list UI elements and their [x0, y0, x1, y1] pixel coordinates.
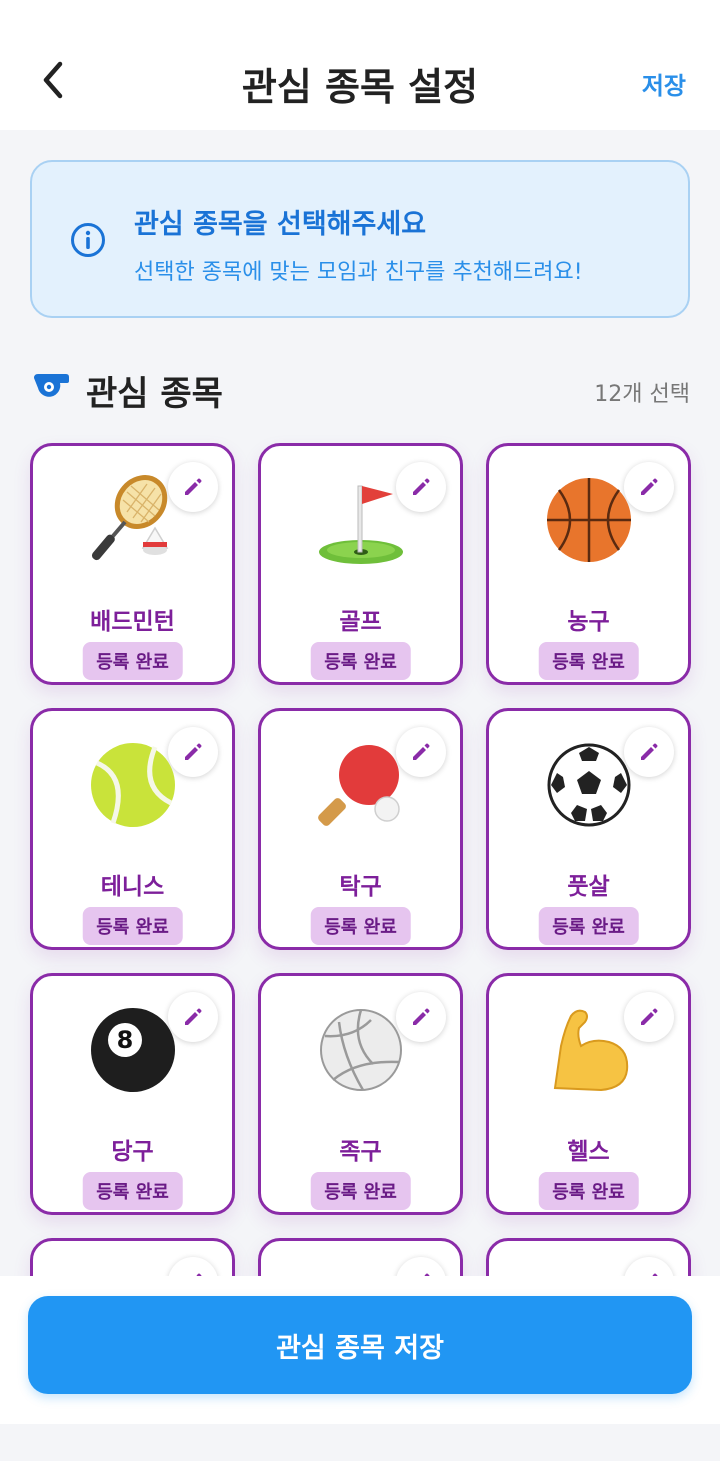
status-badge: 등록 완료: [538, 907, 639, 945]
status-badge: 등록 완료: [310, 642, 411, 680]
pencil-icon: [641, 743, 658, 760]
sport-card-partial[interactable]: [30, 1238, 235, 1276]
pencil-icon: [641, 478, 658, 495]
sport-name: 족구: [339, 1139, 382, 1165]
selected-count: 12개 선택: [594, 382, 690, 407]
sport-card-golf[interactable]: 골프 등록 완료: [258, 443, 463, 685]
status-badge: 등록 완료: [538, 1172, 639, 1210]
sport-card-futsal[interactable]: 풋살 등록 완료: [486, 708, 691, 950]
top-app-bar: 관심 종목 설정 저장: [0, 0, 720, 130]
save-interests-button[interactable]: 관심 종목 저장: [28, 1296, 692, 1394]
sport-card-fitness[interactable]: 헬스 등록 완료: [486, 973, 691, 1215]
edit-button[interactable]: [396, 1257, 446, 1276]
page-title: 관심 종목 설정: [241, 65, 479, 109]
flexed-biceps-icon: [541, 1002, 637, 1098]
sport-name: 탁구: [339, 874, 382, 900]
sport-grid: 배드민턴 등록 완료 골프 등록 완료 농구 등록 완료 테니스 등록 완료 탁…: [0, 430, 720, 1276]
sport-card-billiards[interactable]: 8 당구 등록 완료: [30, 973, 235, 1215]
sport-card-table-tennis[interactable]: 탁구 등록 완료: [258, 708, 463, 950]
sport-card-badminton[interactable]: 배드민턴 등록 완료: [30, 443, 235, 685]
sport-card-partial[interactable]: [258, 1238, 463, 1276]
sport-name: 풋살: [567, 874, 610, 900]
table-tennis-icon: [313, 737, 409, 833]
sport-name: 당구: [111, 1139, 154, 1165]
whistle-icon: [34, 374, 69, 397]
svg-text:8: 8: [116, 1026, 133, 1054]
pencil-icon: [641, 1008, 658, 1025]
sport-name: 헬스: [567, 1139, 610, 1165]
pencil-icon: [185, 1008, 202, 1025]
notice-subtitle: 선택한 종목에 맞는 모임과 친구를 추천해드려요!: [134, 260, 583, 285]
status-badge: 등록 완료: [82, 1172, 183, 1210]
sport-name: 배드민턴: [90, 609, 175, 635]
soccer-ball-icon: [541, 737, 637, 833]
status-badge: 등록 완료: [310, 907, 411, 945]
golf-icon: [313, 472, 409, 568]
sport-name: 농구: [567, 609, 610, 635]
notice-title: 관심 종목을 선택해주세요: [134, 209, 427, 240]
status-badge: 등록 완료: [538, 642, 639, 680]
sport-name: 골프: [339, 609, 382, 635]
pencil-icon: [413, 1008, 430, 1025]
pencil-icon: [185, 743, 202, 760]
edit-button[interactable]: [624, 1257, 674, 1276]
sport-name: 테니스: [100, 874, 165, 900]
info-notice: 관심 종목을 선택해주세요 선택한 종목에 맞는 모임과 친구를 추천해드려요!: [30, 160, 690, 318]
pencil-icon: [413, 743, 430, 760]
sport-card-partial[interactable]: [486, 1238, 691, 1276]
sport-card-basketball[interactable]: 농구 등록 완료: [486, 443, 691, 685]
section-title: 관심 종목: [86, 374, 223, 414]
badminton-icon: [85, 472, 181, 568]
bottom-action-bar: 관심 종목 저장: [0, 1276, 720, 1424]
pencil-icon: [185, 478, 202, 495]
billiards-icon: 8: [85, 1002, 181, 1098]
tennis-icon: [85, 737, 181, 833]
status-badge: 등록 완료: [82, 642, 183, 680]
pencil-icon: [413, 478, 430, 495]
status-badge: 등록 완료: [310, 1172, 411, 1210]
sport-card-tennis[interactable]: 테니스 등록 완료: [30, 708, 235, 950]
edit-button[interactable]: [168, 1257, 218, 1276]
sport-card-jokgu[interactable]: 족구 등록 완료: [258, 973, 463, 1215]
home-indicator-area: [0, 1424, 720, 1461]
info-icon: [71, 223, 105, 257]
save-button[interactable]: 저장: [642, 66, 686, 101]
status-badge: 등록 완료: [82, 907, 183, 945]
volleyball-icon: [313, 1002, 409, 1098]
basketball-icon: [541, 472, 637, 568]
